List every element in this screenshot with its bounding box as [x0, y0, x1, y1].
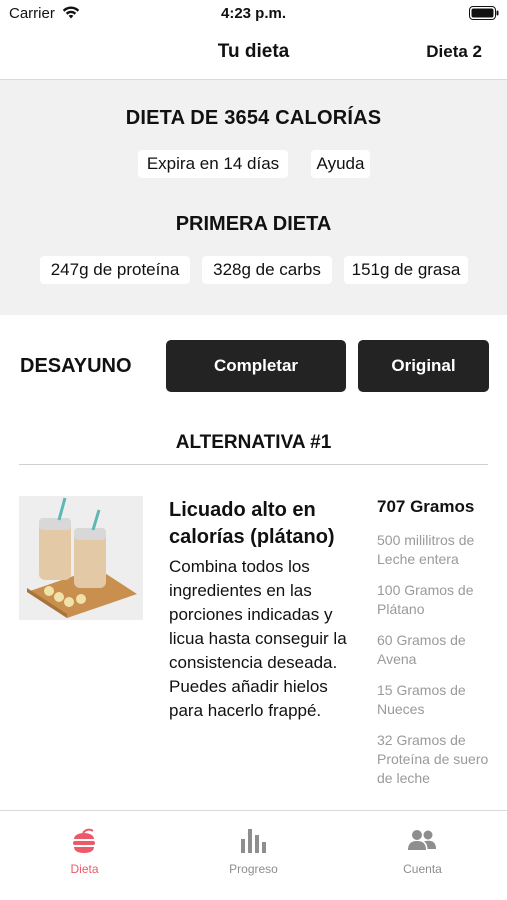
ingredient-item: 500 mililitros de Leche entera	[377, 532, 475, 567]
original-button[interactable]: Original	[358, 340, 489, 392]
tab-account-label: Cuenta	[403, 862, 442, 876]
tab-progress-label: Progreso	[229, 862, 278, 876]
recipe-description: Combina todos los ingredientes en las po…	[169, 557, 347, 720]
people-icon	[408, 830, 436, 850]
expiry-badge: Expira en 14 días	[138, 150, 288, 178]
status-bar: Carrier 4:23 p.m.	[0, 0, 507, 28]
tab-diet[interactable]: Dieta	[0, 811, 169, 891]
smoothie-image	[19, 496, 143, 620]
bar-chart-icon	[241, 829, 266, 853]
switch-diet-button[interactable]: Dieta 2	[426, 42, 482, 62]
tab-bar: Dieta Progreso Cuenta	[0, 810, 507, 900]
tab-diet-label: Dieta	[70, 862, 99, 876]
carbs-badge: 328g de carbs	[202, 256, 332, 284]
alternative-title: ALTERNATIVA #1	[175, 432, 332, 453]
protein-badge: 247g de proteína	[40, 256, 190, 284]
complete-button[interactable]: Completar	[166, 340, 346, 392]
calories-title: DIETA DE 3654 CALORÍAS	[125, 107, 382, 129]
tab-progress[interactable]: Progreso	[169, 811, 338, 891]
recipe-total-grams: 707 Gramos	[377, 497, 475, 516]
status-time: 4:23 p.m.	[220, 5, 287, 22]
ingredient-item: 32 Gramos de Proteína de suero de leche	[377, 732, 489, 786]
ingredient-list: 500 mililitros de Leche entera 100 Gramo…	[377, 531, 497, 800]
divider	[19, 464, 488, 465]
fat-badge: 151g de grasa	[344, 256, 468, 284]
nav-bar: Tu dieta Dieta 2	[0, 28, 507, 80]
ingredient-item: 15 Gramos de Nueces	[377, 682, 466, 717]
recipe-title: Licuado alto en calorías (plátano)	[169, 499, 335, 548]
diet-name: PRIMERA DIETA	[175, 213, 332, 235]
battery-icon	[469, 6, 499, 20]
ingredient-item: 100 Gramos de Plátano	[377, 582, 474, 617]
diet-summary: DIETA DE 3654 CALORÍAS Expira en 14 días…	[0, 80, 507, 315]
meal-label: DESAYUNO	[20, 355, 132, 377]
food-icon	[73, 828, 95, 853]
help-button[interactable]: Ayuda	[311, 150, 370, 178]
tab-account[interactable]: Cuenta	[338, 811, 507, 891]
ingredient-item: 60 Gramos de Avena	[377, 632, 466, 667]
